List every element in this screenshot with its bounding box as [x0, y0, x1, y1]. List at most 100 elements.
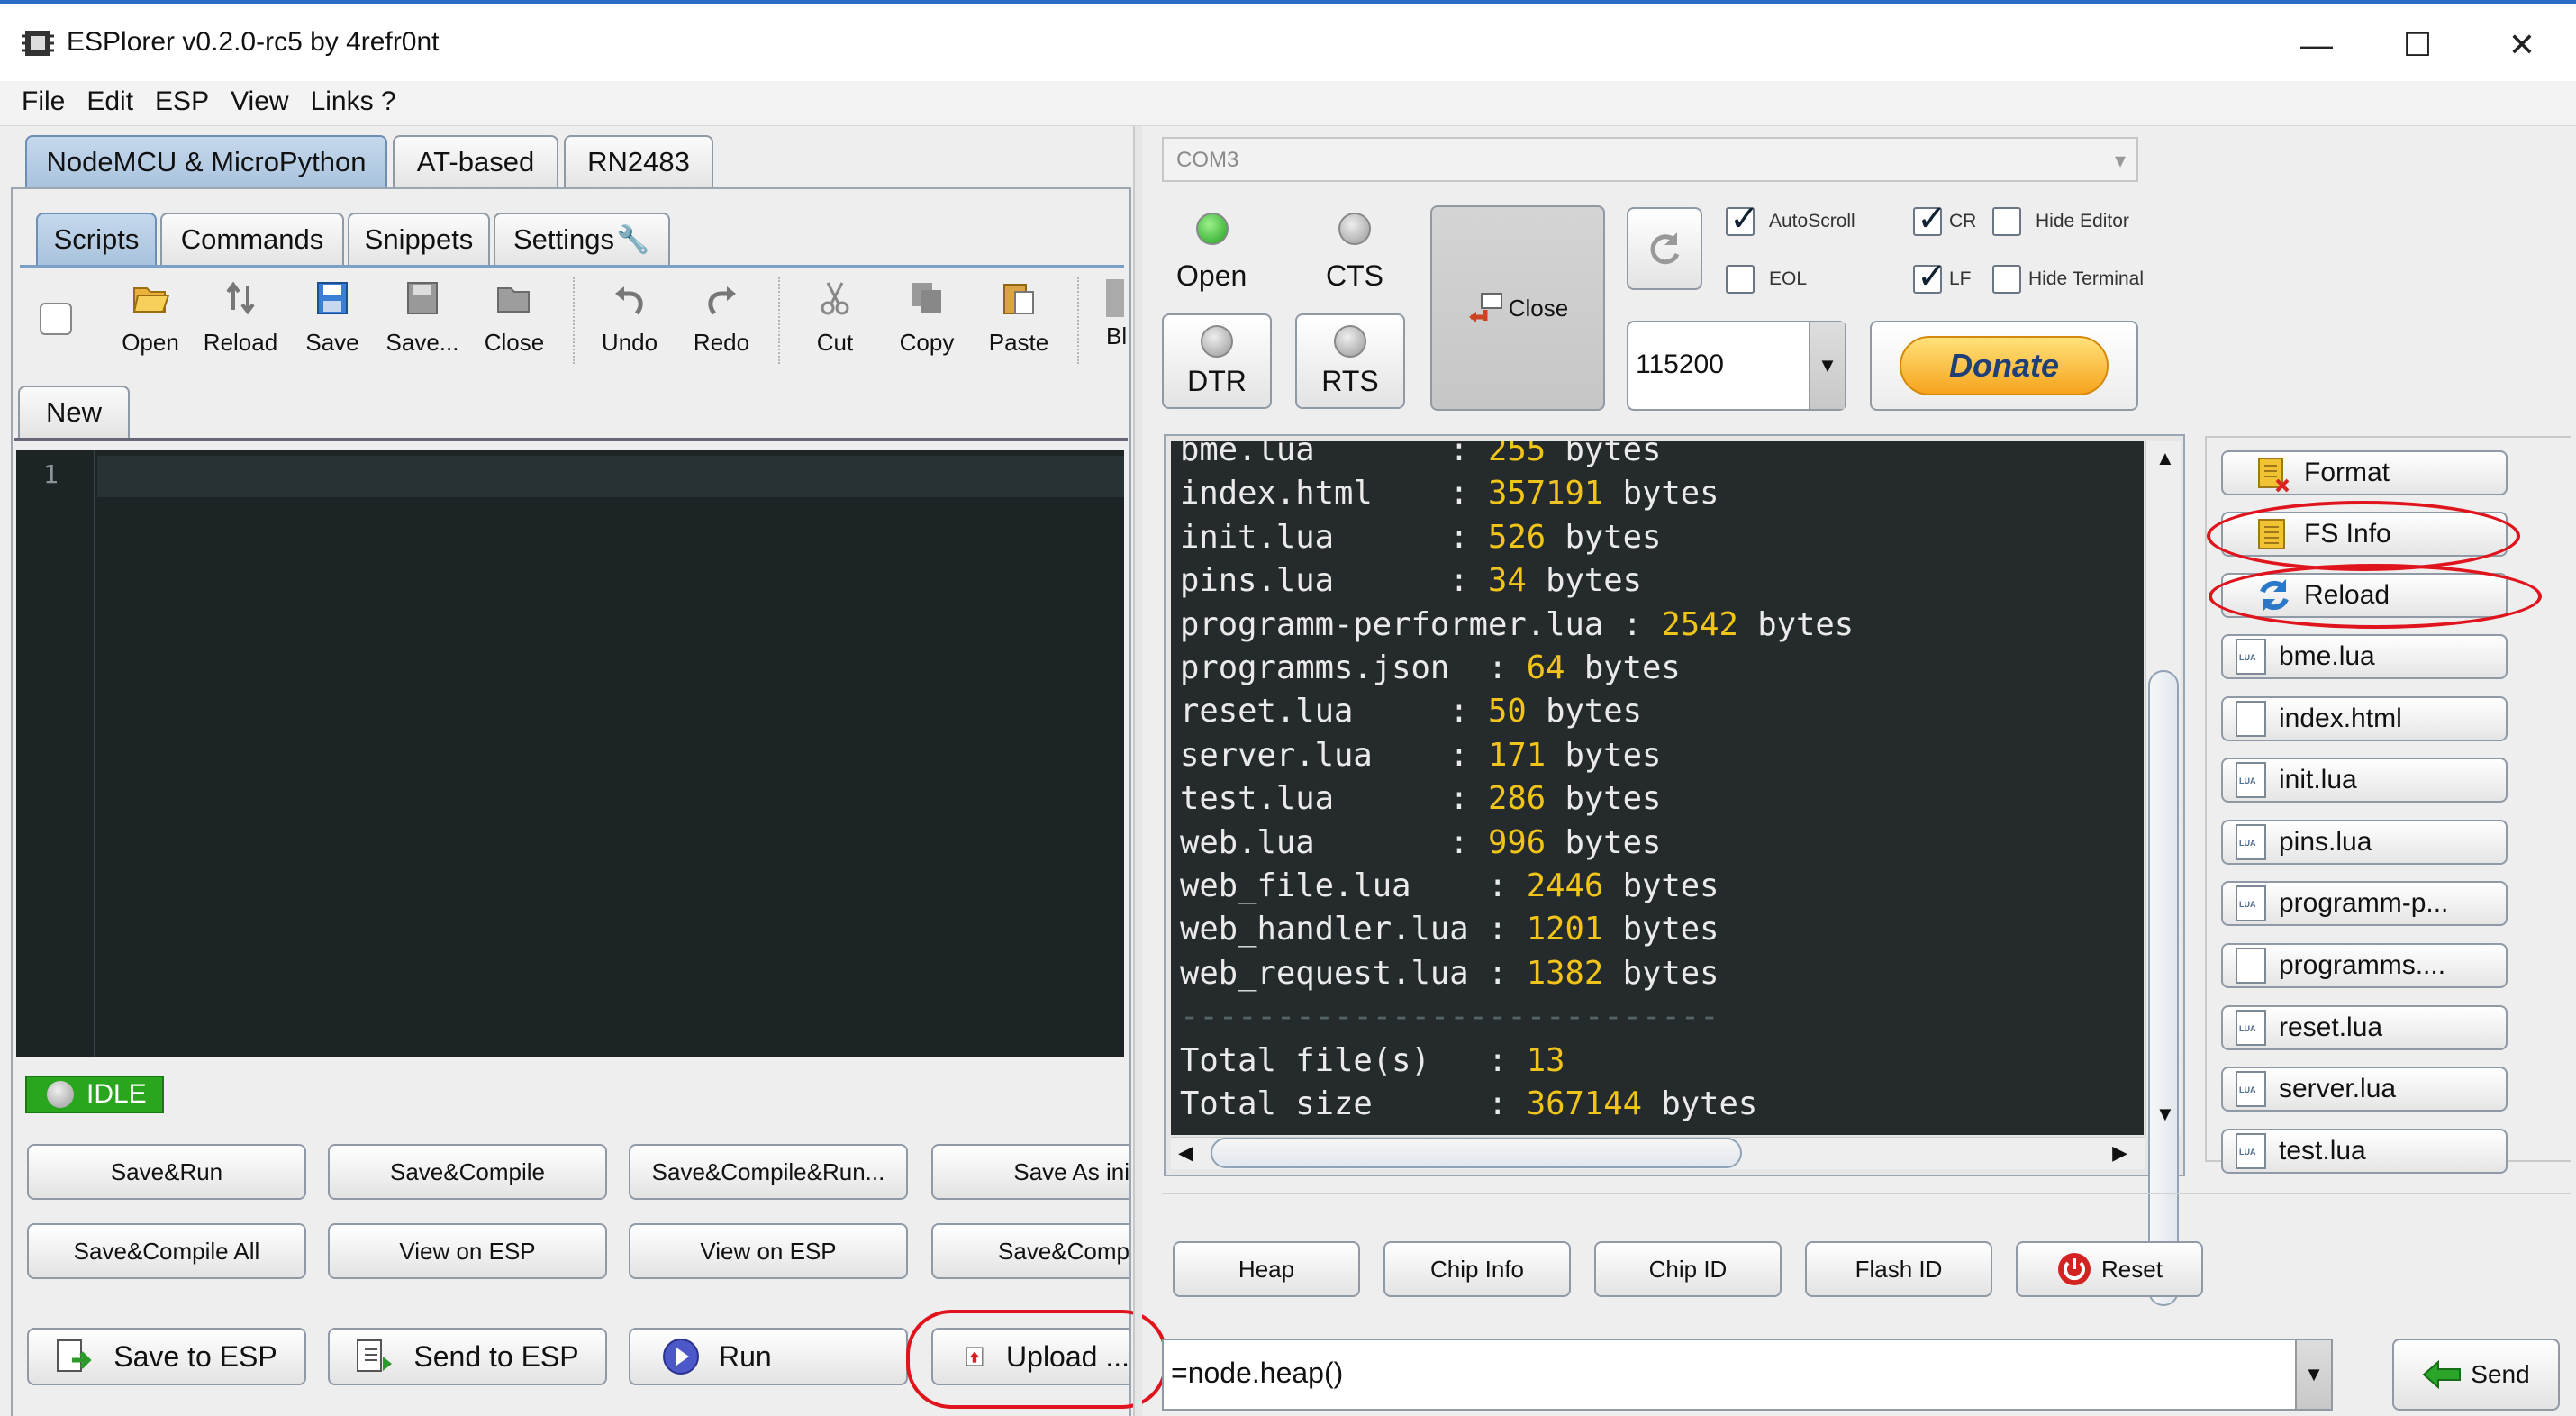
code-editor[interactable]: 1	[16, 450, 1124, 1057]
cr-label: CR	[1949, 211, 1977, 231]
cut-button[interactable]: Cut	[794, 279, 875, 357]
hide-editor-checkbox[interactable]	[1992, 207, 2021, 236]
file-button[interactable]: server.lua	[2221, 1067, 2508, 1112]
copy-button[interactable]: Copy	[886, 279, 967, 357]
baud-select[interactable]: 115200 ▼	[1627, 321, 1846, 411]
maximize-button[interactable]: ☐	[2372, 16, 2463, 74]
terminal-output[interactable]: bme.lua : 255 bytes index.html : 357191 b…	[1171, 441, 2144, 1135]
save-as-ini-button[interactable]: Save As ini	[931, 1144, 1129, 1200]
baud-value: 115200	[1636, 349, 1724, 379]
tab-new-file[interactable]: New	[18, 386, 130, 438]
menu-links[interactable]: Links ?	[311, 86, 396, 117]
close-file-button[interactable]: Close	[474, 279, 555, 357]
redo-button[interactable]: Redo	[681, 279, 762, 357]
dtr-button[interactable]: DTR	[1162, 313, 1272, 409]
scroll-down-icon[interactable]: ▼	[2155, 1103, 2175, 1126]
save-compile-run-button[interactable]: Save&Compile&Run...	[629, 1144, 908, 1200]
file-icon	[2236, 885, 2266, 922]
close-port-button[interactable]: Close	[1430, 205, 1605, 411]
refresh-ports-button[interactable]	[1627, 207, 1702, 290]
chip-id-button[interactable]: Chip ID	[1594, 1241, 1782, 1297]
scroll-up-icon[interactable]: ▲	[2155, 447, 2175, 470]
save-to-esp-button[interactable]: Save to ESP	[27, 1328, 306, 1385]
menu-edit[interactable]: Edit	[86, 86, 133, 117]
send-to-esp-button[interactable]: Send to ESP	[328, 1328, 607, 1385]
paste-label: Paste	[988, 329, 1049, 356]
format-label: Format	[2304, 458, 2390, 487]
port-select[interactable]: COM3 ▾	[1162, 137, 2138, 182]
file-button[interactable]: programms....	[2221, 943, 2508, 988]
autoscroll-checkbox[interactable]	[1726, 198, 1760, 240]
minimize-button[interactable]: —	[2272, 16, 2362, 74]
menu-esp[interactable]: ESP	[155, 86, 209, 117]
save-compile-all-button[interactable]: Save&Compile All	[27, 1223, 306, 1279]
menu-view[interactable]: View	[231, 86, 288, 117]
terminal-separator: :	[1449, 823, 1488, 861]
send-arrow-icon	[2422, 1360, 2462, 1389]
run-button[interactable]: Run	[629, 1328, 908, 1385]
scroll-left-icon[interactable]: ◀	[1178, 1141, 1193, 1165]
open-signal-label[interactable]: Open	[1176, 259, 1247, 293]
eol-checkbox[interactable]	[1726, 265, 1755, 294]
chip-info-button[interactable]: Chip Info	[1383, 1241, 1571, 1297]
file-button[interactable]: init.lua	[2221, 758, 2508, 803]
donate-button[interactable]: Donate	[1870, 321, 2138, 411]
tab-commands[interactable]: Commands	[160, 213, 344, 265]
baud-dropdown-button[interactable]: ▼	[1809, 322, 1845, 409]
file-button[interactable]: test.lua	[2221, 1128, 2508, 1174]
reload-button[interactable]: Reload	[200, 279, 281, 357]
block-button[interactable]: Bl	[1086, 279, 1126, 350]
panel-splitter[interactable]	[1133, 126, 1142, 1416]
terminal-file-name: test.lua	[1180, 780, 1450, 818]
tab-settings[interactable]: Settings 🔧	[494, 213, 670, 265]
clipboard-icon	[1003, 284, 1034, 314]
terminal-unit: bytes	[1526, 693, 1642, 731]
file-button[interactable]: pins.lua	[2221, 819, 2508, 865]
file-button[interactable]: reset.lua	[2221, 1004, 2508, 1050]
view-on-esp-button-1[interactable]: View on ESP	[328, 1223, 607, 1279]
terminal-vscrollbar[interactable]: ▲ ▼	[2145, 441, 2181, 1306]
file-name-label: pins.lua	[2279, 826, 2372, 857]
tab-snippets[interactable]: Snippets	[348, 213, 490, 265]
open-button[interactable]: Open	[110, 279, 191, 357]
terminal-unit: bytes	[1737, 605, 1855, 643]
tab-nodemcu[interactable]: NodeMCU & MicroPython	[25, 135, 387, 187]
menu-file[interactable]: File	[22, 86, 65, 117]
file-icon	[2236, 762, 2266, 799]
hscroll-thumb[interactable]	[1211, 1138, 1742, 1168]
flash-id-button[interactable]: Flash ID	[1805, 1241, 1992, 1297]
save-button[interactable]: Save	[292, 279, 373, 357]
file-button[interactable]: programm-p...	[2221, 881, 2508, 927]
lf-checkbox[interactable]	[1913, 256, 1947, 297]
save-run-button[interactable]: Save&Run	[27, 1144, 306, 1200]
scroll-right-icon[interactable]: ▶	[2112, 1141, 2127, 1165]
select-checkbox[interactable]	[40, 303, 72, 335]
rts-button[interactable]: RTS	[1295, 313, 1405, 409]
save-compile-partial-button[interactable]: Save&Comp	[931, 1223, 1129, 1279]
file-button[interactable]: bme.lua	[2221, 634, 2508, 679]
view-on-esp-button-2[interactable]: View on ESP	[629, 1223, 908, 1279]
terminal-file-name: web_request.lua	[1180, 954, 1488, 992]
command-input[interactable]: =node.heap() ▼	[1162, 1339, 2333, 1411]
hide-terminal-checkbox[interactable]	[1992, 265, 2021, 294]
dtr-label: DTR	[1187, 364, 1247, 397]
file-button[interactable]: index.html	[2221, 695, 2508, 741]
terminal-hscrollbar[interactable]: ◀ ▶	[1171, 1137, 2145, 1169]
terminal-unit: bytes	[1546, 518, 1662, 556]
tab-at-based[interactable]: AT-based	[393, 135, 558, 187]
close-window-button[interactable]: ✕	[2477, 16, 2567, 74]
tab-scripts[interactable]: Scripts	[36, 213, 157, 265]
status-idle: IDLE	[25, 1076, 164, 1113]
save-compile-button[interactable]: Save&Compile	[328, 1144, 607, 1200]
save-as-button[interactable]: Save...	[382, 279, 463, 357]
undo-button[interactable]: Undo	[589, 279, 670, 357]
command-history-dropdown[interactable]: ▼	[2295, 1340, 2331, 1409]
reset-button[interactable]: Reset	[2016, 1241, 2203, 1297]
format-button[interactable]: Format	[2221, 450, 2508, 495]
heap-button[interactable]: Heap	[1173, 1241, 1360, 1297]
cr-checkbox[interactable]	[1913, 198, 1947, 240]
paste-button[interactable]: Paste	[978, 279, 1059, 357]
terminal-byte-count: 286	[1487, 780, 1547, 818]
send-button[interactable]: Send	[2392, 1339, 2560, 1411]
tab-rn2483[interactable]: RN2483	[564, 135, 713, 187]
